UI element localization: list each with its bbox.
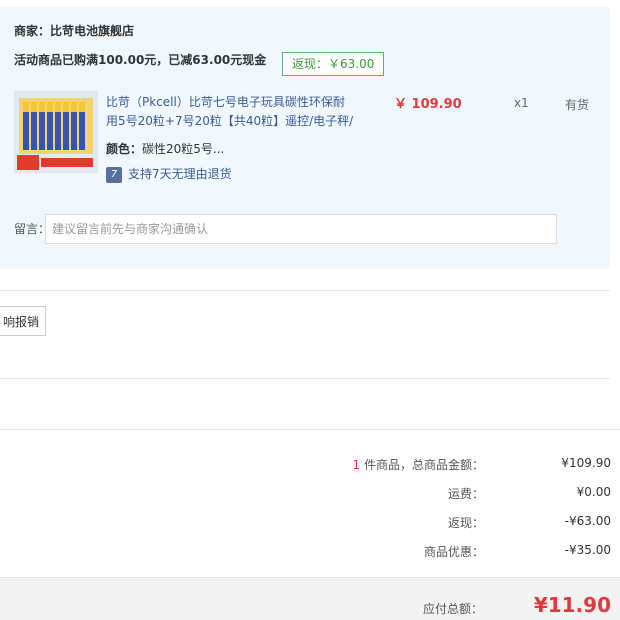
- total-value: ¥11.90: [533, 593, 611, 617]
- summary-goods-label: 1 件商品，总商品金额：: [353, 456, 484, 473]
- item-count: 1: [352, 458, 361, 472]
- return-policy-link[interactable]: 7 支持7天无理由退货: [106, 165, 232, 183]
- summary-shipping-row: 运费： ¥0.00: [311, 485, 611, 505]
- color-label: 颜色：: [106, 142, 143, 156]
- promo-text: 活动商品已购满100.00元，已减63.00元现金: [14, 53, 267, 67]
- store-order-panel: 商家：比苛电池旗舰店 活动商品已购满100.00元，已减63.00元现金 返现：…: [0, 7, 610, 269]
- goods-total-value: ¥109.90: [561, 456, 611, 470]
- summary-rebate-row: 返现： -¥63.00: [311, 514, 611, 534]
- rebate-tag: 返现：￥63.00: [282, 52, 385, 76]
- product-name-link[interactable]: 比苛（Pkcell）比苛七号电子玩具碳性环保耐用5号20粒+7号20粒【共40粒…: [106, 93, 356, 131]
- product-price: ￥ 109.90: [394, 97, 462, 112]
- divider: [0, 290, 610, 291]
- note-input[interactable]: [45, 214, 557, 244]
- divider: [0, 378, 610, 379]
- product-thumbnail-image[interactable]: [14, 91, 98, 173]
- product-color-row: 颜色：碳性20粒5号...: [106, 140, 224, 157]
- summary-discount-row: 商品优惠： -¥35.00: [311, 543, 611, 563]
- return-policy-text: 支持7天无理由退货: [128, 167, 232, 181]
- battery-pack-image: [15, 92, 97, 172]
- seven-day-return-icon: 7: [106, 166, 122, 183]
- merchant-name[interactable]: 商家：比苛电池旗舰店: [14, 22, 134, 39]
- total-bar: 应付总额： ¥11.90: [0, 577, 620, 620]
- color-value: 碳性20粒5号...: [142, 142, 225, 156]
- item-count-label: 件商品，总商品金额：: [363, 458, 484, 472]
- shipping-value: ¥0.00: [576, 485, 611, 499]
- rebate-value: -¥63.00: [564, 514, 611, 528]
- stock-status: 有货: [565, 98, 590, 112]
- product-quantity: x1: [514, 96, 529, 110]
- discount-label: 商品优惠：: [423, 545, 484, 559]
- rebate-label: 返现：: [447, 516, 484, 530]
- total-label: 应付总额：: [422, 602, 483, 616]
- shipping-label: 运费：: [447, 487, 484, 501]
- discount-value: -¥35.00: [564, 543, 611, 557]
- report-button[interactable]: 响报销: [0, 306, 46, 336]
- divider: [0, 429, 620, 430]
- summary-goods-row: 1 件商品，总商品金额： ¥109.90: [311, 456, 611, 476]
